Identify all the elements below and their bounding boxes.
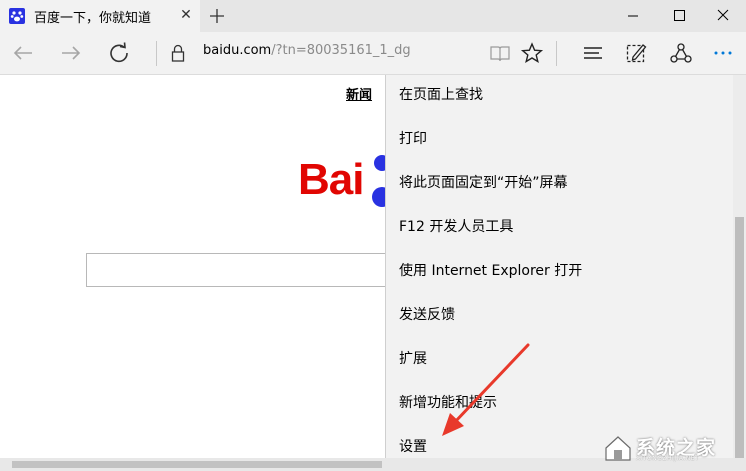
forward-button[interactable]: [56, 38, 86, 68]
close-window-button[interactable]: [700, 0, 746, 32]
back-arrow-icon: [13, 46, 32, 60]
search-input[interactable]: [86, 253, 406, 287]
refresh-icon: [110, 42, 128, 63]
refresh-button[interactable]: [104, 38, 134, 68]
url-path: /?tn=80035161_1_dg: [271, 43, 411, 58]
star-icon: [520, 42, 544, 63]
watermark: 系统之家 XITONGZHIJIA.NET: [600, 431, 740, 465]
address-field[interactable]: baidu.com/?tn=80035161_1_dg: [203, 43, 411, 58]
hub-button[interactable]: [578, 38, 608, 68]
divider: [556, 41, 557, 66]
book-icon: [490, 46, 510, 62]
lock-icon[interactable]: [163, 38, 193, 68]
scrollbar-thumb[interactable]: [12, 461, 382, 468]
ellipsis-icon: [714, 51, 732, 55]
reading-view-button[interactable]: [485, 38, 515, 68]
menu-item-pin-to-start[interactable]: 将此页面固定到“开始”屏幕: [399, 163, 568, 207]
tab-strip: 百度一下，你就知道 ✕: [0, 0, 746, 32]
menu-item-find-on-page[interactable]: 在页面上查找: [399, 75, 483, 119]
back-button[interactable]: [8, 38, 38, 68]
house-logo-icon: [605, 436, 631, 461]
minimize-button[interactable]: [610, 0, 656, 32]
favorites-button[interactable]: [517, 38, 547, 68]
annotation-arrow-icon: [420, 335, 540, 445]
watermark-subtext: XITONGZHIJIA.NET: [636, 455, 700, 462]
browser-tab[interactable]: 百度一下，你就知道 ✕: [0, 0, 200, 32]
navigation-bar: baidu.com/?tn=80035161_1_dg: [0, 32, 746, 75]
menu-item-print[interactable]: 打印: [399, 119, 427, 163]
tab-title: 百度一下，你就知道: [34, 11, 152, 26]
web-note-button[interactable]: [621, 38, 651, 68]
menu-scrollbar[interactable]: [733, 75, 746, 471]
maximize-button[interactable]: [656, 0, 702, 32]
share-button[interactable]: [666, 38, 696, 68]
pen-note-icon: [626, 44, 647, 63]
more-actions-button[interactable]: [708, 38, 738, 68]
forward-arrow-icon: [62, 46, 81, 60]
news-link[interactable]: 新闻: [346, 84, 372, 103]
baidu-paw-icon: [9, 8, 25, 24]
hub-lines-icon: [584, 47, 602, 59]
divider: [156, 41, 157, 66]
menu-item-open-with-ie[interactable]: 使用 Internet Explorer 打开: [399, 251, 582, 295]
new-tab-button[interactable]: [204, 3, 230, 29]
baidu-logo[interactable]: Bai: [298, 155, 392, 207]
plus-icon: [210, 9, 224, 23]
menu-item-developer-tools[interactable]: F12 开发人员工具: [399, 207, 513, 251]
tab-close-button[interactable]: ✕: [176, 5, 196, 25]
maximize-icon: [674, 10, 685, 21]
share-icon: [670, 43, 692, 63]
url-host: baidu.com: [203, 43, 272, 58]
close-icon: [717, 9, 729, 21]
menu-item-send-feedback[interactable]: 发送反馈: [399, 295, 455, 339]
minimize-icon: [628, 15, 638, 17]
baidu-logo-text: Bai: [298, 155, 364, 204]
